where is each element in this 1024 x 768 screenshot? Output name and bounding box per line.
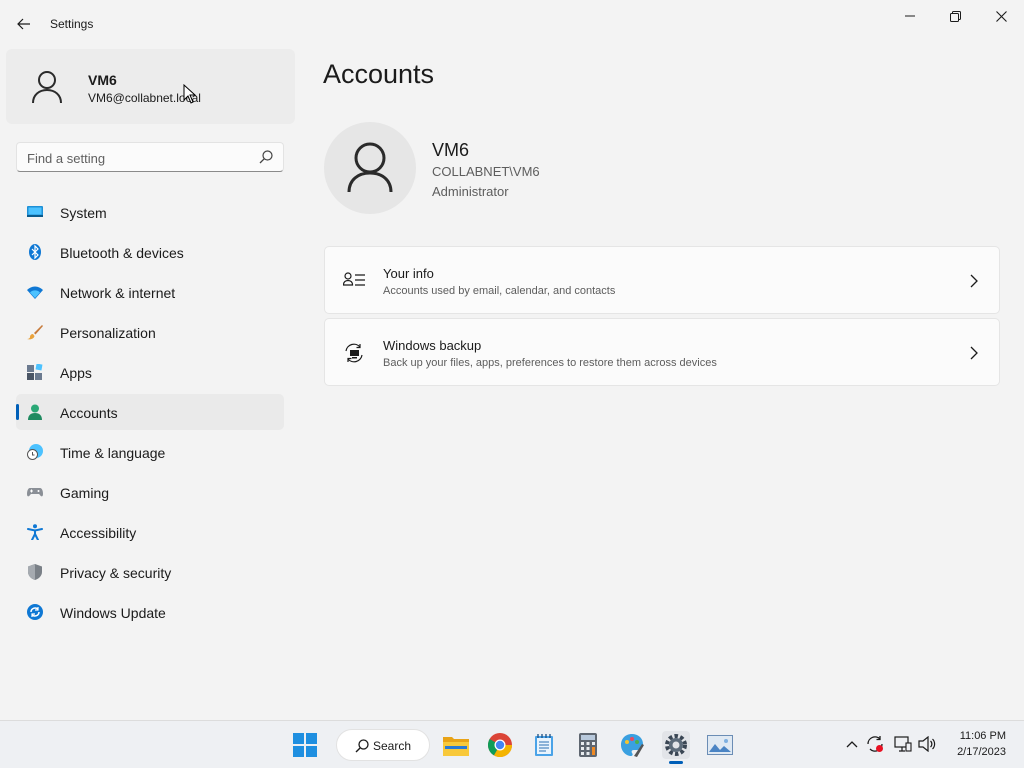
chevron-right-icon: [970, 346, 978, 360]
chrome-icon: [488, 733, 512, 757]
sidebar-item-label: Apps: [60, 365, 92, 381]
sidebar-item-time-language[interactable]: Time & language: [16, 434, 284, 470]
volume-icon: [918, 736, 936, 752]
sidebar-item-accounts[interactable]: Accounts: [16, 394, 284, 430]
user-avatar: [324, 122, 416, 214]
tray-sync[interactable]: [866, 735, 884, 753]
sidebar-item-label: Accounts: [60, 405, 118, 421]
contact-card-icon: [343, 272, 365, 286]
photos-icon: [707, 735, 733, 755]
sidebar-item-label: Bluetooth & devices: [60, 245, 184, 261]
accessibility-icon: [27, 524, 43, 540]
start-icon: [293, 733, 317, 757]
paint-icon: [621, 734, 644, 757]
clock-date: 2/17/2023: [957, 746, 1006, 758]
sync-alert-icon: [867, 736, 883, 752]
card-subtitle: Back up your files, apps, preferences to…: [383, 357, 717, 369]
sidebar-item-label: System: [60, 205, 107, 221]
person-icon: [28, 404, 42, 420]
sidebar-nav: System Bluetooth & devices Network & int…: [16, 194, 284, 634]
sidebar-item-label: Accessibility: [60, 525, 137, 541]
profile-name: VM6: [88, 72, 117, 88]
sidebar-item-privacy[interactable]: Privacy & security: [16, 554, 284, 590]
minimize-icon: [905, 15, 915, 17]
active-app-indicator: [669, 761, 683, 764]
taskbar-search-button[interactable]: Search: [336, 729, 430, 761]
maximize-button[interactable]: [932, 0, 978, 32]
network-wired-icon: [894, 736, 912, 752]
brush-icon: [27, 325, 43, 340]
sidebar-item-personalization[interactable]: Personalization: [16, 314, 284, 350]
sidebar-item-label: Personalization: [60, 325, 156, 341]
close-button[interactable]: [978, 0, 1024, 32]
restore-icon: [949, 10, 961, 22]
card-title: Windows backup: [383, 338, 482, 353]
sidebar-item-label: Gaming: [60, 485, 110, 501]
your-info-card[interactable]: Your info Accounts used by email, calend…: [324, 246, 1000, 314]
close-icon: [995, 10, 1007, 22]
chevron-right-icon: [970, 274, 978, 288]
backup-icon: [345, 343, 363, 363]
tray-volume[interactable]: [918, 735, 936, 753]
sidebar-item-windows-update[interactable]: Windows Update: [16, 594, 284, 630]
title-bar: Settings: [0, 0, 1024, 48]
taskbar-photos[interactable]: [706, 731, 734, 759]
taskbar-file-explorer[interactable]: [442, 731, 470, 759]
clock-time: 11:06 PM: [959, 730, 1006, 742]
tray-overflow-button[interactable]: [843, 735, 861, 753]
search-box[interactable]: [16, 142, 284, 172]
sidebar-item-label: Privacy & security: [60, 565, 172, 581]
sidebar-item-label: Time & language: [60, 445, 166, 461]
card-subtitle: Accounts used by email, calendar, and co…: [383, 285, 616, 297]
display-icon: [27, 206, 43, 217]
mouse-cursor-icon: [183, 84, 197, 104]
taskbar-chrome[interactable]: [486, 731, 514, 759]
windows-backup-card[interactable]: Windows backup Back up your files, apps,…: [324, 318, 1000, 386]
apps-icon: [27, 364, 43, 380]
sidebar-item-apps[interactable]: Apps: [16, 354, 284, 390]
minimize-button[interactable]: [887, 0, 933, 32]
user-domain: COLLABNET\VM6: [432, 164, 540, 179]
taskbar-search-label: Search: [373, 739, 412, 753]
settings-icon: [665, 734, 687, 756]
search-icon: [355, 739, 369, 753]
notepad-icon: [535, 734, 553, 756]
person-avatar-icon: [32, 71, 62, 104]
taskbar-settings[interactable]: [662, 731, 690, 759]
taskbar-calculator[interactable]: [574, 731, 602, 759]
start-button[interactable]: [291, 731, 319, 759]
taskbar-paint[interactable]: [618, 731, 646, 759]
tray-network[interactable]: [894, 735, 912, 753]
update-icon: [27, 604, 43, 620]
user-role: Administrator: [432, 184, 509, 199]
sidebar-item-label: Network & internet: [60, 285, 176, 301]
back-arrow-icon: [17, 18, 30, 30]
app-title: Settings: [50, 17, 94, 31]
user-name: VM6: [432, 140, 470, 160]
calculator-icon: [579, 733, 597, 757]
shield-icon: [28, 564, 42, 580]
sidebar-item-bluetooth[interactable]: Bluetooth & devices: [16, 234, 284, 270]
globe-clock-icon: [27, 444, 43, 460]
wifi-icon: [27, 286, 43, 299]
sidebar-item-accessibility[interactable]: Accessibility: [16, 514, 284, 550]
taskbar: Search 11:06 PM 2/17/2023: [0, 720, 1024, 768]
card-title: Your info: [383, 266, 434, 281]
taskbar-notepad[interactable]: [530, 731, 558, 759]
sidebar-item-network[interactable]: Network & internet: [16, 274, 284, 310]
sidebar-item-label: Windows Update: [60, 605, 166, 621]
person-avatar-icon: [347, 142, 393, 193]
search-icon[interactable]: [259, 150, 273, 164]
page-title: Accounts: [323, 59, 435, 89]
profile-card[interactable]: VM6 VM6@collabnet.local: [6, 49, 295, 124]
file-explorer-icon: [443, 737, 469, 756]
search-input[interactable]: [27, 149, 247, 167]
bluetooth-icon: [29, 244, 41, 260]
sidebar-item-gaming[interactable]: Gaming: [16, 474, 284, 510]
chevron-up-icon: [846, 741, 858, 748]
back-button[interactable]: [10, 10, 38, 38]
sidebar-item-system[interactable]: System: [16, 194, 284, 230]
gamepad-icon: [27, 488, 43, 497]
